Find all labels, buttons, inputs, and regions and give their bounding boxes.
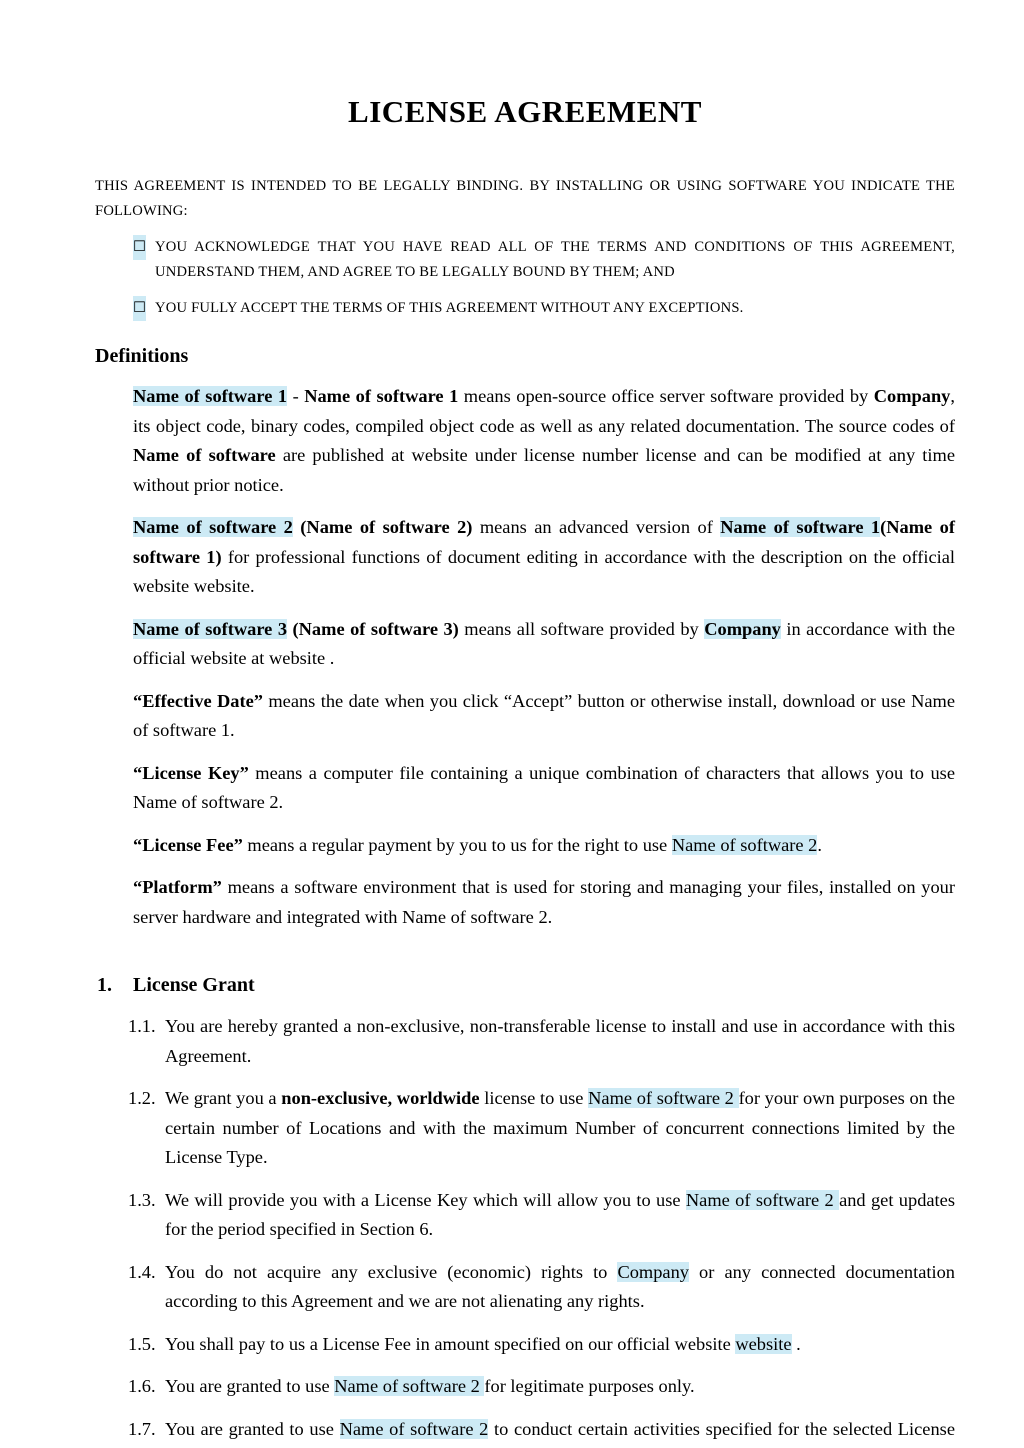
clause-1-6: 1.6. You are granted to use Name of softw… <box>95 1359 955 1402</box>
definition-quoted-term: “Effective Date” <box>133 690 263 711</box>
page-title: LICENSE AGREEMENT <box>348 94 702 129</box>
checkbox-item-1-label: YOU ACKNOWLEDGE THAT YOU HAVE READ ALL O… <box>155 239 955 281</box>
clause-number: 1.6. <box>128 1376 156 1397</box>
clause-bold-phrase: non-exclusive, worldwide <box>281 1088 480 1109</box>
definitions-heading: Definitions <box>95 345 189 368</box>
document-content: LICENSE AGREEMENT THIS AGREEMENT IS INTE… <box>95 0 955 1448</box>
definition-name: Name of software <box>133 445 283 466</box>
definition-term-ref: Name of software 1 <box>720 517 881 538</box>
definition-item: “Platform” means a software environment … <box>95 860 955 932</box>
checkbox-icon[interactable]: ☐ <box>133 235 147 261</box>
definition-quoted-term: “License Key” <box>133 762 249 783</box>
checkbox-icon[interactable]: ☐ <box>133 296 147 322</box>
clause-1-4: 1.4. You do not acquire any exclusive (ec… <box>95 1245 955 1317</box>
definition-item: Name of software 1 - Name of software 1 … <box>95 369 955 500</box>
definition-item: “License Fee” means a regular payment by… <box>95 818 955 861</box>
clause-number: 1.4. <box>128 1261 156 1282</box>
definition-body: means open-source office server software… <box>458 386 874 407</box>
clause-body: We will provide you with a License Key w… <box>165 1189 686 1210</box>
clause-number: 1.2. <box>128 1088 156 1109</box>
definition-term-restate: Name of software 1 <box>304 386 459 407</box>
clause-body: license to use <box>479 1088 589 1109</box>
checkbox-item-2-label: YOU FULLY ACCEPT THE TERMS OF THIS AGREE… <box>155 300 744 317</box>
definition-term: Name of software 1 <box>133 386 288 407</box>
clause-body: . <box>791 1333 801 1354</box>
definition-term-paren: (Name of software 2) <box>292 517 473 538</box>
clause-number: 1.3. <box>128 1189 156 1210</box>
clause-1-7: 1.7. You are granted to use Name of softw… <box>95 1402 955 1448</box>
clause-1-1: 1.1. You are hereby granted a non-exclusi… <box>95 999 955 1071</box>
definition-body: means a computer file containing a uniqu… <box>133 762 955 813</box>
clause-body: You do not acquire any exclusive (econom… <box>165 1261 618 1282</box>
section-1-number: 1. <box>97 974 112 997</box>
definition-term-paren: (Name of software 3) <box>287 618 459 639</box>
clause-body: We grant you a <box>165 1088 282 1109</box>
section-1: 1. License Grant 1.1. You are hereby grant… <box>95 932 955 1448</box>
definition-body: . <box>817 834 822 855</box>
intro-paragraph: THIS AGREEMENT IS INTENDED TO BE LEGALLY… <box>95 178 955 220</box>
clause-number: 1.1. <box>128 1016 156 1037</box>
definition-item: “Effective Date” means the date when you… <box>95 674 955 746</box>
clause-1-5: 1.5. You shall pay to us a License Fee in… <box>95 1317 955 1360</box>
document-page: LICENSE AGREEMENT THIS AGREEMENT IS INTE… <box>0 0 1024 1448</box>
clause-highlight: Name of software 2 <box>339 1418 489 1439</box>
clause-highlight: Name of software 2 <box>588 1088 739 1109</box>
clause-highlight: Name of software 2 <box>334 1376 485 1397</box>
clause-1-3: 1.3. We will provide you with a License K… <box>95 1173 955 1245</box>
clause-number: 1.5. <box>128 1333 156 1354</box>
clause-1-2: 1.2. We grant you a non-exclusive, worldw… <box>95 1071 955 1173</box>
definition-term: Name of software 2 <box>133 517 293 538</box>
clause-body: You are granted to use <box>165 1418 340 1439</box>
clause-highlight: website <box>735 1333 792 1354</box>
definition-body: means a regular payment by you to us for… <box>242 834 672 855</box>
clause-body: You shall pay to us a License Fee in amo… <box>165 1333 736 1354</box>
clause-number: 1.7. <box>128 1418 156 1439</box>
clause-highlight: Name of software 2 <box>685 1189 840 1210</box>
definition-highlight: Name of software 2 <box>671 834 818 855</box>
definition-body: for professional functions of document e… <box>133 546 955 597</box>
definition-item: “License Key” means a computer file cont… <box>95 746 955 818</box>
clause-body: for legitimate purposes only. <box>484 1376 695 1397</box>
definition-body: means a software environment that is use… <box>133 877 955 927</box>
section-1-title: License Grant <box>133 974 255 997</box>
checkbox-item-2: ☐ YOU FULLY ACCEPT THE TERMS OF THIS AGR… <box>95 285 955 322</box>
definition-company: Company <box>704 618 781 639</box>
definition-quoted-term: “Platform” <box>133 877 222 898</box>
clause-highlight: Company <box>617 1261 689 1282</box>
definition-item: Name of software 2 (Name of software 2) … <box>95 500 955 602</box>
definition-body: means an advanced version of <box>472 517 721 538</box>
definition-term: Name of software 3 <box>133 618 288 639</box>
definition-item: Name of software 3 (Name of software 3) … <box>95 602 955 674</box>
checkbox-item-1: ☐ YOU ACKNOWLEDGE THAT YOU HAVE READ ALL… <box>95 224 955 285</box>
definition-quoted-term: “License Fee” <box>133 834 243 855</box>
definition-separator: - <box>287 386 305 407</box>
definition-body: means all software provided by <box>458 618 705 639</box>
clause-body: You are granted to use <box>165 1376 335 1397</box>
definition-company: Company <box>873 386 951 407</box>
section-1-heading: 1. License Grant <box>95 972 955 999</box>
clause-body: You are hereby granted a non-exclusive, … <box>165 1016 955 1066</box>
